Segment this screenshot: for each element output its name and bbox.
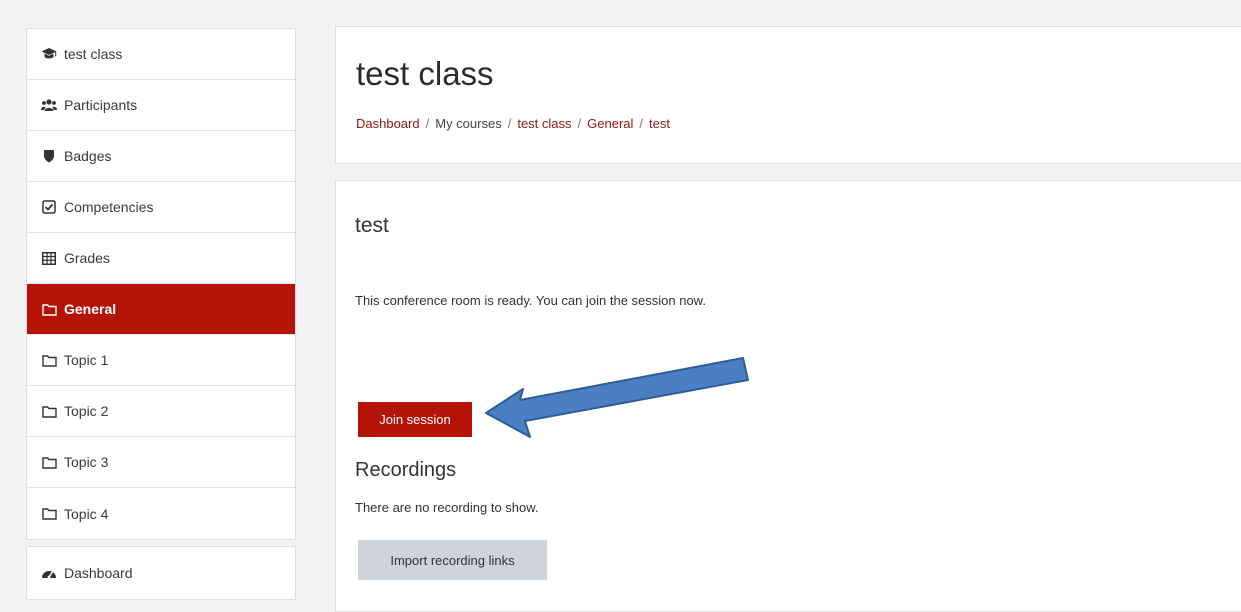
folder-icon xyxy=(41,301,57,317)
join-session-button[interactable]: Join session xyxy=(358,402,472,437)
table-icon xyxy=(41,250,57,266)
sidebar-item-label: Topic 3 xyxy=(64,454,109,470)
sidebar-item-label: Topic 2 xyxy=(64,403,109,419)
activity-title: test xyxy=(355,214,389,237)
breadcrumb-separator: / xyxy=(577,116,582,131)
sidebar-item-label: General xyxy=(64,301,117,317)
sidebar-item-topic-4[interactable]: Topic 4 xyxy=(27,488,295,539)
sidebar-item-label: Topic 4 xyxy=(64,505,109,522)
sidebar-item-label: Participants xyxy=(64,97,138,113)
sidebar-item-general[interactable]: General xyxy=(27,284,295,335)
folder-icon xyxy=(41,403,57,419)
folder-icon xyxy=(41,454,57,470)
graduation-cap-icon xyxy=(41,46,57,62)
breadcrumb-separator: / xyxy=(425,116,430,131)
sidebar-item-label: Dashboard xyxy=(64,565,133,581)
sidebar-item-grades[interactable]: Grades xyxy=(27,233,295,284)
sidebar-item-label: Competencies xyxy=(64,199,154,215)
users-icon xyxy=(41,97,57,113)
folder-icon xyxy=(41,506,57,522)
sidebar-item-dashboard[interactable]: Dashboard xyxy=(27,547,295,599)
sidebar-item-label: test class xyxy=(64,46,123,62)
sidebar-item-test-class[interactable]: test class xyxy=(27,29,295,80)
sidebar-item-badges[interactable]: Badges xyxy=(27,131,295,182)
sidebar-item-participants[interactable]: Participants xyxy=(27,80,295,131)
course-sidebar: test class Participants Badges Competenc… xyxy=(26,28,296,600)
sidebar-item-label: Topic 1 xyxy=(64,352,109,368)
breadcrumb-dashboard[interactable]: Dashboard xyxy=(356,116,420,131)
conference-status: This conference room is ready. You can j… xyxy=(355,293,706,308)
shield-icon xyxy=(41,148,57,164)
breadcrumb-separator: / xyxy=(639,116,644,131)
breadcrumb-test-class[interactable]: test class xyxy=(517,116,571,131)
breadcrumb: Dashboard / My courses / test class / General /… xyxy=(356,116,670,131)
activity-content: test This conference room is ready. You … xyxy=(335,180,1241,612)
page-title: test class xyxy=(356,55,494,92)
import-recording-links-button[interactable]: Import recording links xyxy=(358,540,547,580)
folder-icon xyxy=(41,352,57,368)
breadcrumb-general[interactable]: General xyxy=(587,116,633,131)
sidebar-item-label: Grades xyxy=(64,250,110,266)
breadcrumb-my-courses: My courses xyxy=(435,116,502,131)
sidebar-item-competencies[interactable]: Competencies xyxy=(27,182,295,233)
recordings-empty-message: There are no recording to show. xyxy=(355,500,539,515)
breadcrumb-separator: / xyxy=(507,116,512,131)
dashboard-icon xyxy=(41,565,57,581)
recordings-heading: Recordings xyxy=(355,459,457,481)
sidebar-item-label: Badges xyxy=(64,148,112,164)
sidebar-item-topic-3[interactable]: Topic 3 xyxy=(27,437,295,488)
page-header: test class Dashboard / My courses / test cla… xyxy=(335,26,1241,164)
site-nav: Dashboard xyxy=(26,546,296,600)
sidebar-item-topic-1[interactable]: Topic 1 xyxy=(27,335,295,386)
check-square-icon xyxy=(41,199,57,215)
course-nav: test class Participants Badges Competenc… xyxy=(26,28,296,540)
breadcrumb-test[interactable]: test xyxy=(649,116,670,131)
sidebar-item-topic-2[interactable]: Topic 2 xyxy=(27,386,295,437)
